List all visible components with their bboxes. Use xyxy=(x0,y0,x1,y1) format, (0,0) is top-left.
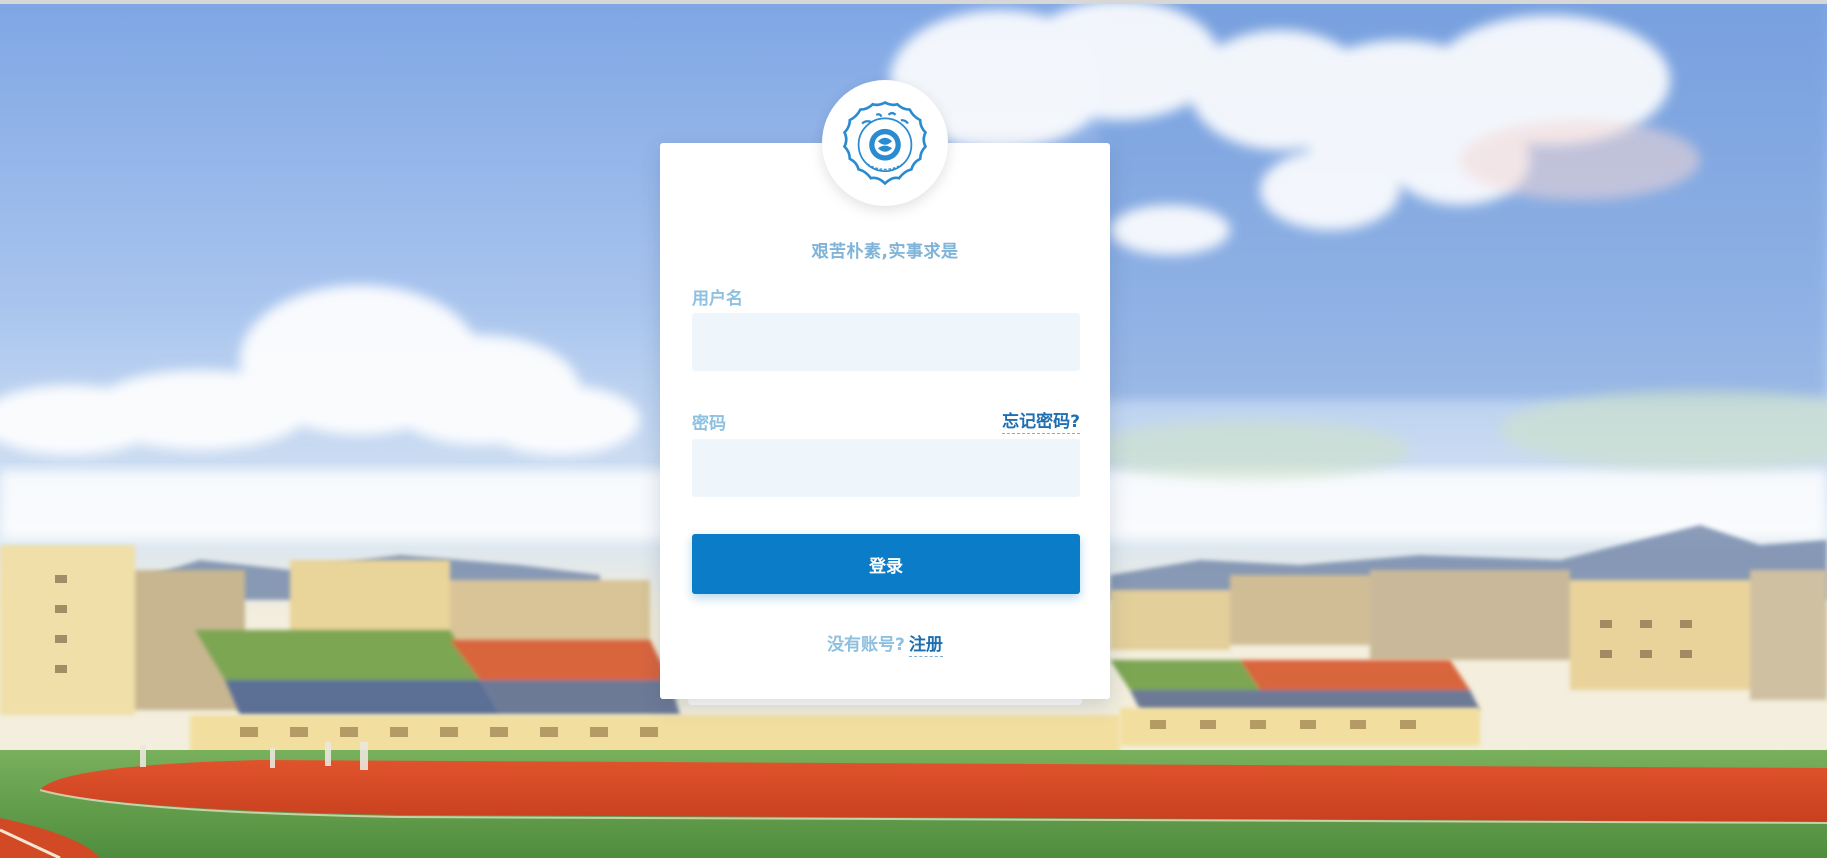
login-page: 艰苦朴素,实事求是 用户名 密码 忘记密码? 登录 没有账号? 注册 xyxy=(0,0,1827,858)
no-account-text: 没有账号? xyxy=(827,635,905,655)
username-label: 用户名 xyxy=(692,289,743,309)
password-label: 密码 xyxy=(692,414,726,434)
top-border xyxy=(0,0,1827,4)
login-card: 艰苦朴素,实事求是 用户名 密码 忘记密码? 登录 没有账号? 注册 xyxy=(660,143,1110,699)
university-seal-icon xyxy=(842,101,928,186)
password-input[interactable] xyxy=(692,439,1080,497)
register-row: 没有账号? 注册 xyxy=(660,630,1110,657)
forgot-password-link[interactable]: 忘记密码? xyxy=(1002,407,1080,434)
logo-badge xyxy=(822,80,948,206)
school-motto: 艰苦朴素,实事求是 xyxy=(811,242,959,262)
username-input[interactable] xyxy=(692,313,1080,371)
login-button[interactable]: 登录 xyxy=(692,534,1080,594)
register-link[interactable]: 注册 xyxy=(908,635,943,657)
